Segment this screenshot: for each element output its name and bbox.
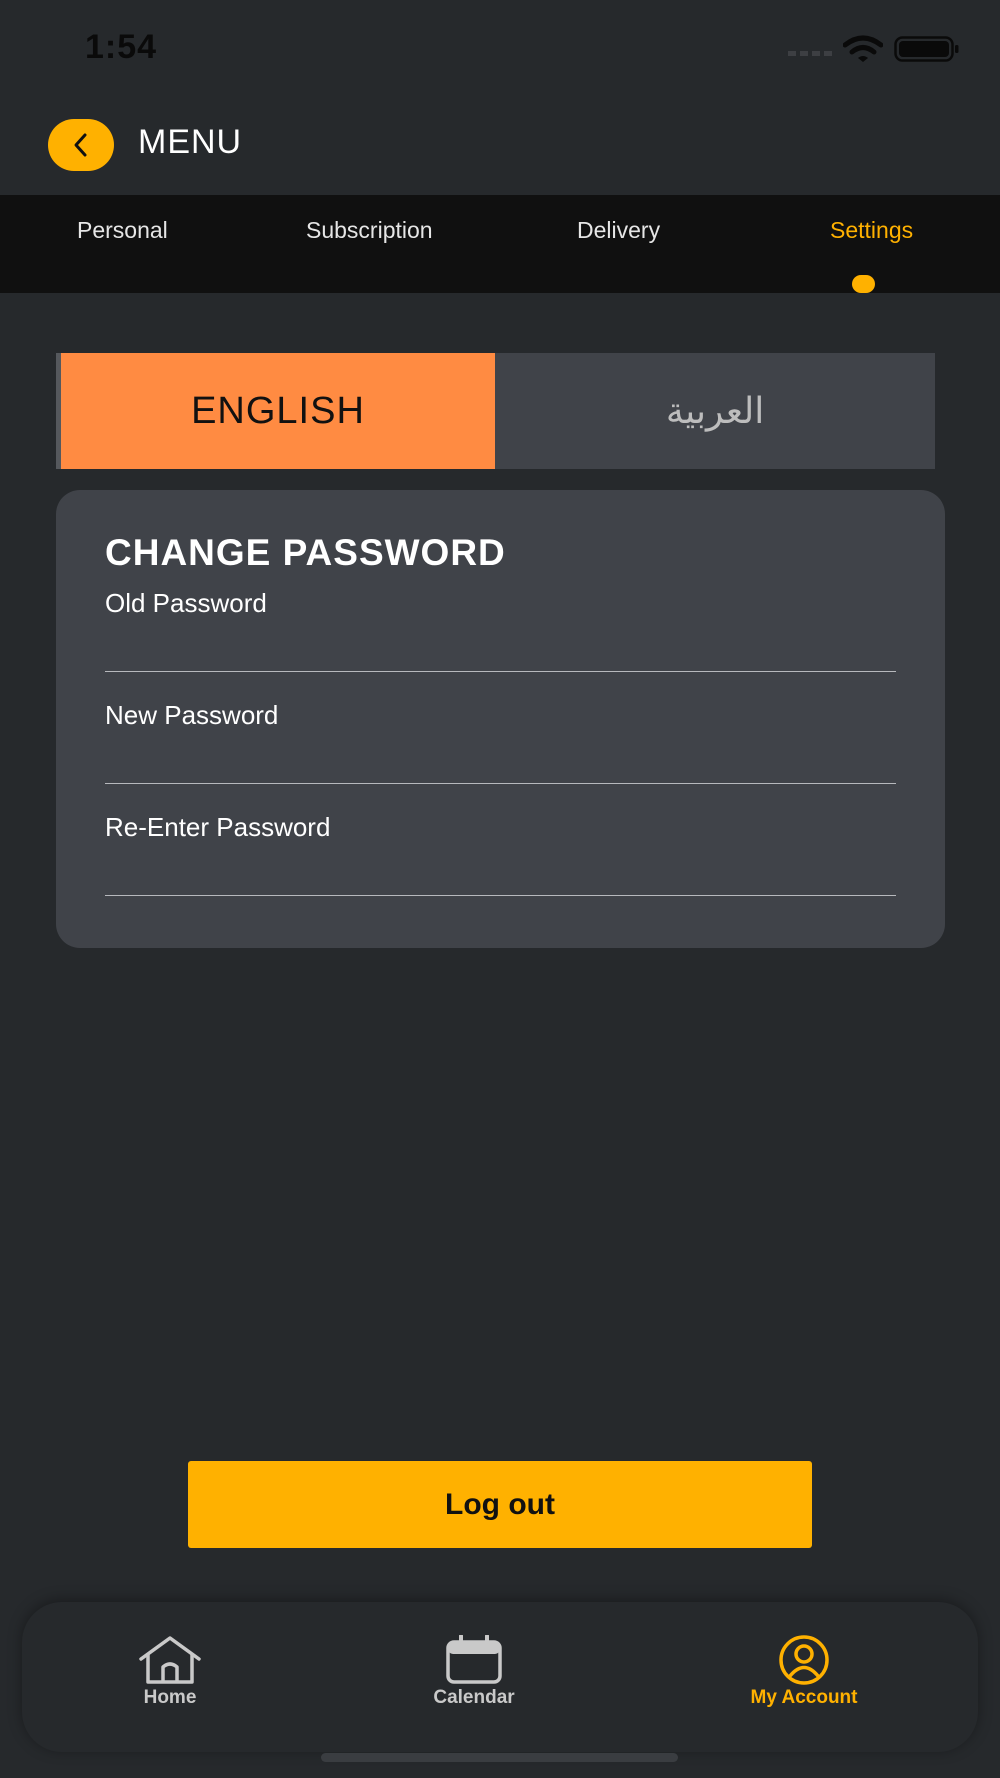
old-password-label: Old Password (105, 588, 267, 618)
change-password-title: CHANGE PASSWORD (105, 532, 506, 573)
cellular-signal-icon (788, 51, 832, 56)
nav-my-account[interactable]: My Account (719, 1635, 889, 1709)
reenter-password-label: Re-Enter Password (105, 812, 331, 842)
new-password-field: New Password (105, 700, 896, 812)
reenter-password-input[interactable] (105, 850, 896, 896)
logout-button[interactable]: Log out (188, 1461, 812, 1548)
nav-home[interactable]: Home (85, 1635, 255, 1709)
account-tabs: Personal Subscription Delivery Settings (0, 195, 1000, 293)
status-bar: 1:54 (0, 0, 1000, 95)
nav-my-account-label: My Account (750, 1687, 858, 1708)
tab-personal[interactable]: Personal (77, 217, 168, 244)
active-tab-indicator (852, 275, 875, 293)
home-icon (139, 1636, 201, 1684)
old-password-input[interactable] (105, 626, 896, 672)
battery-icon (894, 36, 959, 62)
account-icon (779, 1635, 829, 1685)
nav-calendar[interactable]: Calendar (389, 1635, 559, 1709)
wifi-icon (843, 35, 883, 62)
chevron-left-icon (74, 133, 87, 157)
tab-settings[interactable]: Settings (830, 217, 913, 244)
language-switch: ENGLISH العربية (56, 353, 935, 469)
back-button[interactable] (48, 119, 114, 171)
calendar-icon (446, 1635, 502, 1684)
tab-delivery[interactable]: Delivery (577, 217, 660, 244)
change-password-card: CHANGE PASSWORD Old Password New Passwor… (56, 490, 945, 948)
nav-home-label: Home (143, 1687, 197, 1708)
nav-calendar-label: Calendar (433, 1687, 515, 1708)
page-title: MENU (138, 123, 243, 161)
reenter-password-field: Re-Enter Password (105, 812, 896, 924)
language-arabic-button[interactable]: العربية (495, 353, 935, 469)
language-english-button[interactable]: ENGLISH (61, 353, 495, 469)
header: MENU (0, 95, 1000, 195)
old-password-field: Old Password (105, 588, 896, 700)
home-indicator (321, 1753, 678, 1762)
new-password-input[interactable] (105, 738, 896, 784)
status-time: 1:54 (85, 28, 158, 66)
tab-subscription[interactable]: Subscription (306, 217, 433, 244)
new-password-label: New Password (105, 700, 279, 730)
bottom-navigation: Home Calendar My Account (22, 1602, 978, 1752)
settings-screen: 1:54 MENU Personal Subscription Delivery… (0, 0, 1000, 1778)
